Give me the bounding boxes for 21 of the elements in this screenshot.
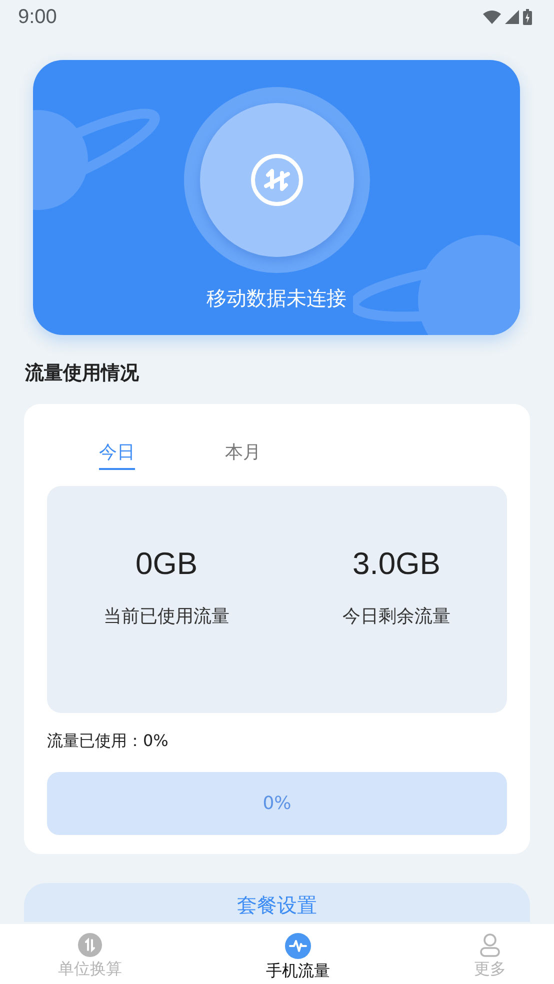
period-tab[interactable]: 今日: [99, 434, 135, 470]
wave-icon: [285, 933, 311, 959]
package-settings-button[interactable]: 套餐设置: [24, 883, 530, 922]
wifi-icon: [483, 10, 501, 24]
stat-value: 3.0GB: [352, 546, 440, 582]
period-tab[interactable]: 本月: [225, 434, 261, 470]
data-off-icon: [250, 153, 304, 207]
usage-label: 流量已使用：0%: [47, 731, 170, 752]
stat-label: 当前已使用流量: [104, 605, 230, 628]
nav-tab[interactable]: 手机流量: [258, 924, 338, 984]
nav-tab[interactable]: 单位换算: [50, 924, 130, 984]
battery-icon: [523, 9, 532, 25]
person-icon: [479, 933, 501, 957]
stat-value: 0GB: [135, 546, 198, 582]
convert-icon: [78, 933, 102, 957]
connection-status: 移动数据未连接: [206, 285, 346, 312]
nav-tab[interactable]: 更多: [466, 924, 514, 984]
signal-icon: [505, 10, 519, 24]
stat-label: 今日剩余流量: [342, 605, 450, 628]
status-time: 9:00: [18, 6, 57, 28]
section-title: 流量使用情况: [25, 361, 140, 386]
